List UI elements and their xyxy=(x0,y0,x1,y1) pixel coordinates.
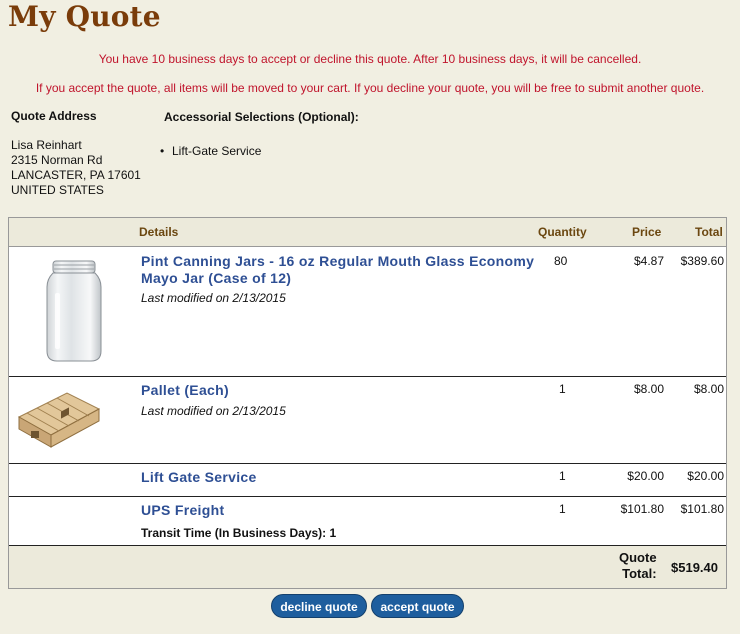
bullet-icon: • xyxy=(160,144,165,158)
table-row: UPS Freight Transit Time (In Business Da… xyxy=(9,497,726,546)
address-line: 2315 Norman Rd xyxy=(11,153,103,167)
total-cell: $20.00 xyxy=(687,469,724,483)
table-row: Lift Gate Service 1 $20.00 $20.00 xyxy=(9,464,726,497)
table-row: Pint Canning Jars - 16 oz Regular Mouth … xyxy=(9,247,726,377)
notice-deadline: You have 10 business days to accept or d… xyxy=(98,52,642,66)
header-quantity: Quantity xyxy=(538,225,587,239)
quantity-cell: 1 xyxy=(559,382,566,396)
accessorial-list: • Lift-Gate Service xyxy=(160,144,261,158)
last-modified: Last modified on 2/13/2015 xyxy=(141,291,286,305)
address-line: LANCASTER, PA 17601 xyxy=(11,168,141,182)
notice-accept-decline: If you accept the quote, all items will … xyxy=(35,81,705,95)
price-cell: $8.00 xyxy=(633,382,664,396)
quote-address-heading: Quote Address xyxy=(11,109,97,123)
accept-quote-button[interactable]: accept quote xyxy=(371,594,464,618)
transit-time: Transit Time (In Business Days): 1 xyxy=(141,526,337,540)
quote-total-row: Quote Total: $519.40 xyxy=(9,546,726,588)
price-cell: $20.00 xyxy=(627,469,664,483)
price-cell: $101.80 xyxy=(620,502,664,516)
quote-total-label: Quote Total: xyxy=(619,550,657,582)
quote-total-label-line: Total: xyxy=(622,566,657,581)
decline-quote-button[interactable]: decline quote xyxy=(271,594,367,618)
header-details: Details xyxy=(139,225,179,239)
total-cell: $389.60 xyxy=(680,254,724,268)
quantity-cell: 1 xyxy=(559,502,566,516)
accessorial-heading: Accessorial Selections (Optional): xyxy=(164,110,359,124)
shipping-name: UPS Freight xyxy=(141,502,225,518)
accessorial-item: Lift-Gate Service xyxy=(172,144,262,158)
quantity-cell: 80 xyxy=(554,254,568,268)
header-total: Total xyxy=(695,225,723,239)
quote-table: Details Quantity Price Total Pint Cannin… xyxy=(8,217,727,589)
product-link[interactable]: Pallet (Each) xyxy=(141,382,229,399)
mason-jar-icon[interactable] xyxy=(45,259,103,366)
last-modified: Last modified on 2/13/2015 xyxy=(141,404,286,418)
quote-total-value: $519.40 xyxy=(671,560,718,575)
product-link[interactable]: Pint Canning Jars - 16 oz Regular Mouth … xyxy=(141,253,536,287)
table-row: Pallet (Each) Last modified on 2/13/2015… xyxy=(9,377,726,464)
header-price: Price xyxy=(632,225,662,239)
price-cell: $4.87 xyxy=(633,254,664,268)
quote-total-label-line: Quote xyxy=(619,550,657,565)
table-header: Details Quantity Price Total xyxy=(9,218,726,247)
total-cell: $101.80 xyxy=(680,502,724,516)
wood-pallet-icon[interactable] xyxy=(17,387,101,460)
service-name: Lift Gate Service xyxy=(141,469,257,485)
address-line: UNITED STATES xyxy=(11,183,104,197)
total-cell: $8.00 xyxy=(693,382,724,396)
quote-address: Lisa Reinhart 2315 Norman Rd LANCASTER, … xyxy=(11,138,141,198)
address-line: Lisa Reinhart xyxy=(11,138,82,152)
page-title: My Quote xyxy=(8,0,161,33)
quantity-cell: 1 xyxy=(559,469,566,483)
